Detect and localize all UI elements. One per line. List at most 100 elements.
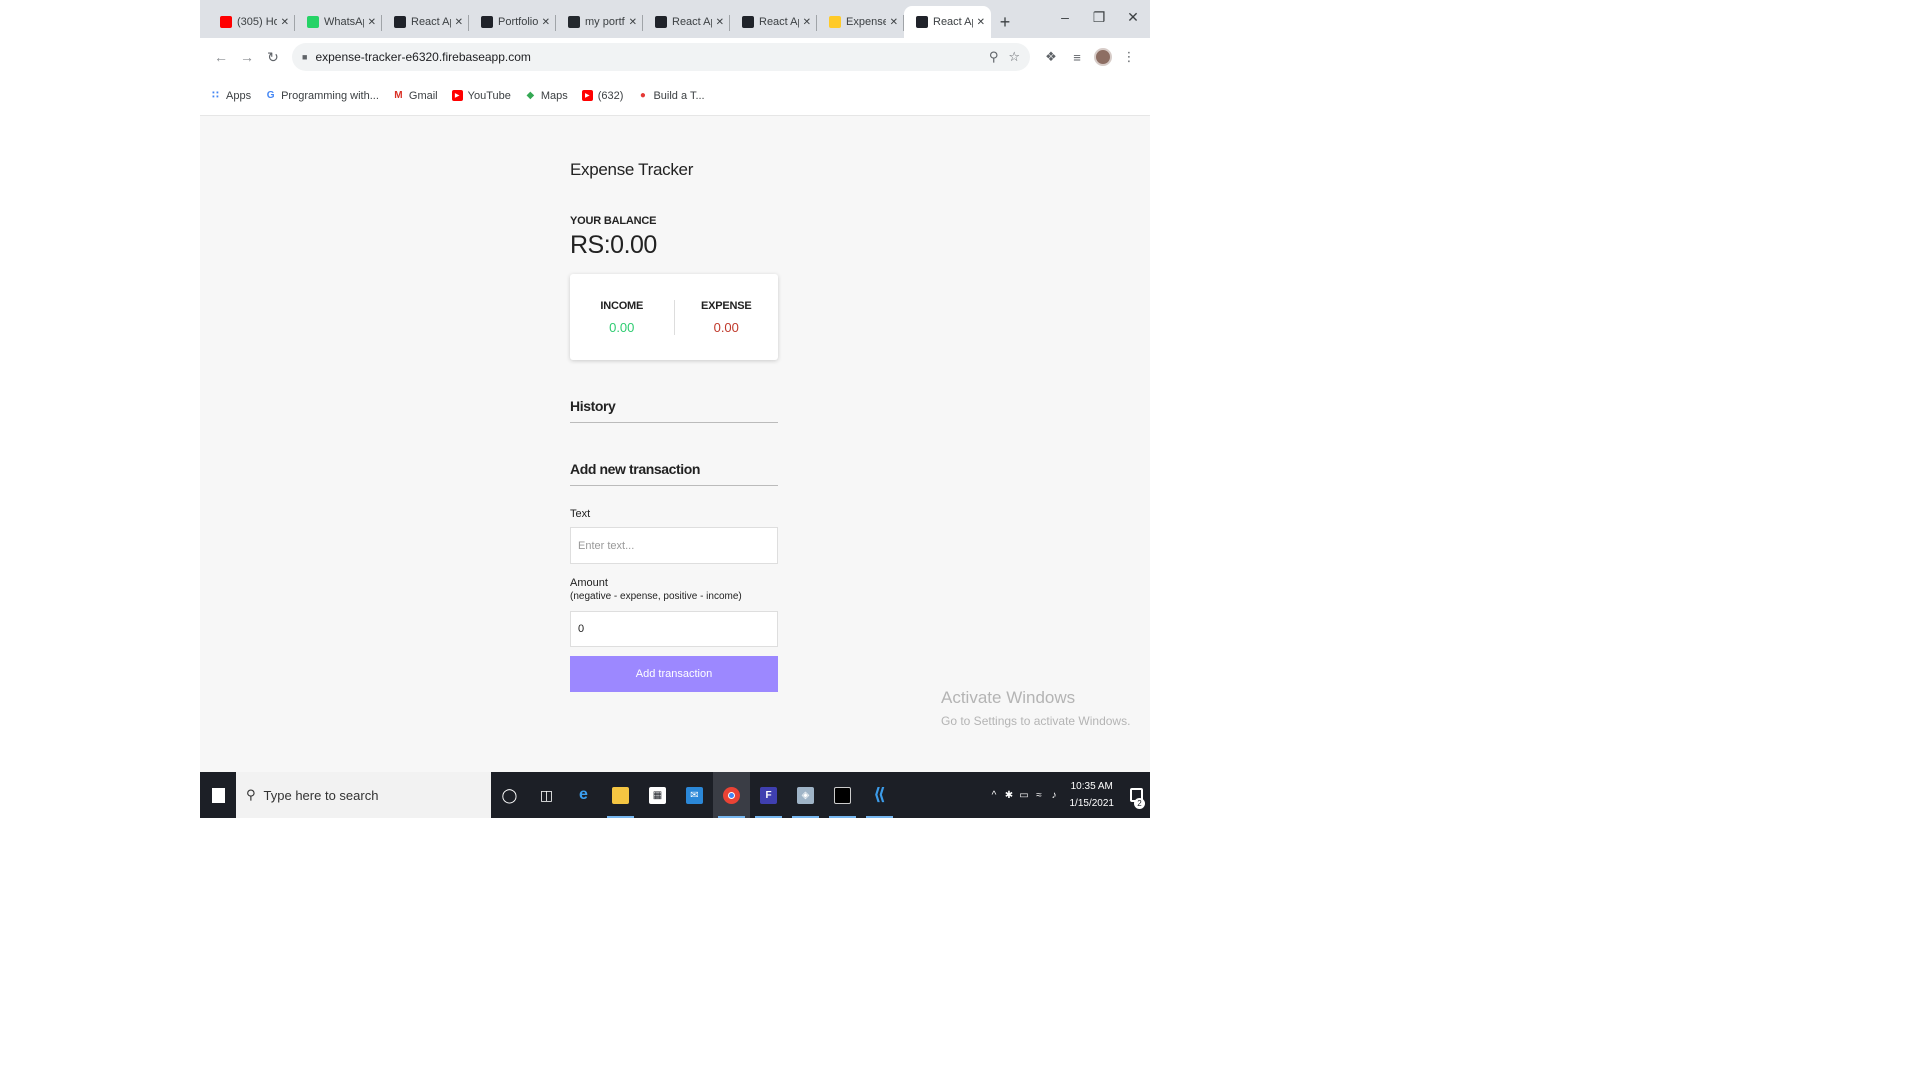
firebase-icon	[829, 16, 841, 28]
tab-title: React Ap	[933, 16, 973, 28]
react-app-icon	[394, 16, 406, 28]
react-app-icon	[655, 16, 667, 28]
notification-count: 2	[1134, 798, 1145, 809]
bookmark-star-icon[interactable]: ☆	[1008, 49, 1020, 65]
balance-value: RS:0.00	[570, 231, 657, 259]
browser-tab[interactable]: React Ap ✕	[730, 6, 817, 38]
bookmark-item[interactable]: ◆ Maps	[525, 90, 568, 102]
browser-tab[interactable]: React App ✕	[382, 6, 469, 38]
bookmark-item[interactable]: M Gmail	[393, 89, 438, 102]
tab-title: React Ap	[672, 16, 712, 28]
tab-close-icon[interactable]: ✕	[281, 17, 289, 28]
task-view-icon[interactable]: ◫	[528, 772, 565, 818]
reading-list-icon[interactable]: ≡	[1064, 44, 1090, 70]
taskbar-clock[interactable]: 10:35 AM 1/15/2021	[1070, 778, 1115, 812]
red-circle-icon: ●	[639, 90, 646, 101]
address-bar[interactable]: ■ expense-tracker-e6320.firebaseapp.com …	[292, 43, 1030, 71]
notifications-icon[interactable]: 2	[1122, 772, 1150, 818]
mail-icon[interactable]: ✉	[676, 772, 713, 818]
income-column: INCOME 0.00	[570, 300, 674, 335]
bookmark-item[interactable]: ∷ Apps	[210, 90, 251, 102]
extensions-puzzle-icon[interactable]: ❖	[1038, 44, 1064, 70]
form-app-icon[interactable]: F	[750, 772, 787, 818]
bookmarks-bar: ∷ Apps G Programming with... M Gmail ▶ YouTube ◆…	[200, 76, 1150, 116]
maps-icon: ◆	[526, 90, 535, 101]
profile-avatar[interactable]	[1090, 44, 1116, 70]
file-explorer-icon[interactable]	[602, 772, 639, 818]
youtube-icon: ▶	[451, 90, 463, 101]
tab-close-icon[interactable]: ✕	[977, 17, 985, 28]
clock-date: 1/15/2021	[1069, 798, 1115, 809]
youtube-icon: ▶	[581, 90, 593, 101]
new-tab-button[interactable]: +	[991, 6, 1019, 38]
edge-icon[interactable]: e	[565, 772, 602, 818]
tab-close-icon[interactable]: ✕	[455, 17, 463, 28]
screen: (305) How✕WhatsApp✕React App✕Portfolio✕m…	[200, 0, 1150, 818]
forward-arrow-icon[interactable]: →	[234, 44, 260, 70]
tab-close-icon[interactable]: ✕	[542, 17, 550, 28]
whatsapp-icon	[307, 16, 319, 28]
chevron-up-icon[interactable]: ^	[987, 790, 1002, 801]
history-heading: History	[570, 398, 778, 423]
tab-close-icon[interactable]: ✕	[716, 17, 724, 28]
add-transaction-heading: Add new transaction	[570, 461, 778, 486]
bookmark-label: YouTube	[467, 89, 511, 102]
window-controls: – ❐ ✕	[1048, 0, 1150, 34]
bookmark-label: Apps	[226, 89, 252, 102]
add-transaction-button[interactable]: Add transaction	[570, 656, 778, 692]
zoom-icon[interactable]: ⚲	[989, 49, 999, 65]
income-label: INCOME	[600, 299, 644, 312]
bluetooth-icon[interactable]: ✱	[1002, 790, 1017, 801]
taskbar-search-placeholder: Type here to search	[263, 787, 379, 803]
git-app-icon[interactable]: ◈	[787, 772, 824, 818]
bookmark-item[interactable]: ▶ YouTube	[451, 89, 511, 102]
text-field-label: Text	[570, 508, 591, 520]
text-input[interactable]	[570, 527, 778, 564]
restore-icon[interactable]: ❐	[1082, 0, 1116, 34]
browser-tab[interactable]: React Ap ✕	[643, 6, 730, 38]
bookmark-item[interactable]: ● Build a T...	[637, 90, 705, 102]
browser-tab[interactable]: Portfolio ✕	[469, 6, 556, 38]
close-window-icon[interactable]: ✕	[1116, 0, 1150, 34]
amount-field-label: Amount	[570, 577, 608, 589]
wifi-icon[interactable]: ≈	[1032, 790, 1047, 801]
terminal-icon[interactable]	[824, 772, 861, 818]
back-arrow-icon[interactable]: ←	[208, 44, 234, 70]
tab-close-icon[interactable]: ✕	[368, 17, 376, 28]
watermark-title: Activate Windows	[941, 688, 1076, 707]
expense-value: 0.00	[713, 319, 739, 335]
tab-close-icon[interactable]: ✕	[803, 17, 811, 28]
bookmark-label: Gmail	[408, 89, 438, 102]
watermark-subtitle: Go to Settings to activate Windows.	[941, 714, 1131, 728]
reload-icon[interactable]: ↻	[260, 44, 286, 70]
browser-tab[interactable]: React Ap ✕	[904, 6, 991, 38]
battery-icon[interactable]: ▭	[1017, 790, 1032, 801]
bookmark-label: (632)	[597, 89, 624, 102]
chrome-icon[interactable]	[713, 772, 750, 818]
bookmark-item[interactable]: ▶ (632)	[581, 89, 624, 102]
store-icon[interactable]: ▦	[639, 772, 676, 818]
vscode-icon[interactable]: ⟪	[861, 772, 898, 818]
google-icon: G	[266, 90, 275, 101]
cortana-icon[interactable]: ◯	[491, 772, 528, 818]
react-app-icon	[742, 16, 754, 28]
volume-icon[interactable]: ♪	[1047, 790, 1062, 801]
expense-column: EXPENSE 0.00	[673, 299, 779, 335]
tab-close-icon[interactable]: ✕	[629, 17, 637, 28]
minimize-icon[interactable]: –	[1048, 0, 1082, 34]
windows-logo-icon	[211, 787, 225, 803]
menu-kebab-icon[interactable]: ⋮	[1116, 44, 1142, 70]
browser-tab[interactable]: WhatsApp ✕	[295, 6, 382, 38]
browser-tab[interactable]: Expense ✕	[817, 6, 904, 38]
clock-time: 10:35 AM	[1070, 781, 1113, 792]
github-icon	[568, 16, 580, 28]
lock-icon: ■	[302, 52, 308, 62]
amount-input[interactable]	[570, 611, 778, 647]
balance-label: YOUR BALANCE	[570, 215, 657, 227]
tab-close-icon[interactable]: ✕	[890, 17, 898, 28]
bookmark-item[interactable]: G Programming with...	[265, 90, 379, 102]
start-button[interactable]	[200, 772, 236, 818]
browser-tab[interactable]: (305) How ✕	[208, 6, 295, 38]
browser-tab[interactable]: my portf ✕	[556, 6, 643, 38]
taskbar-search-box[interactable]: ⚲ Type here to search	[236, 772, 491, 818]
